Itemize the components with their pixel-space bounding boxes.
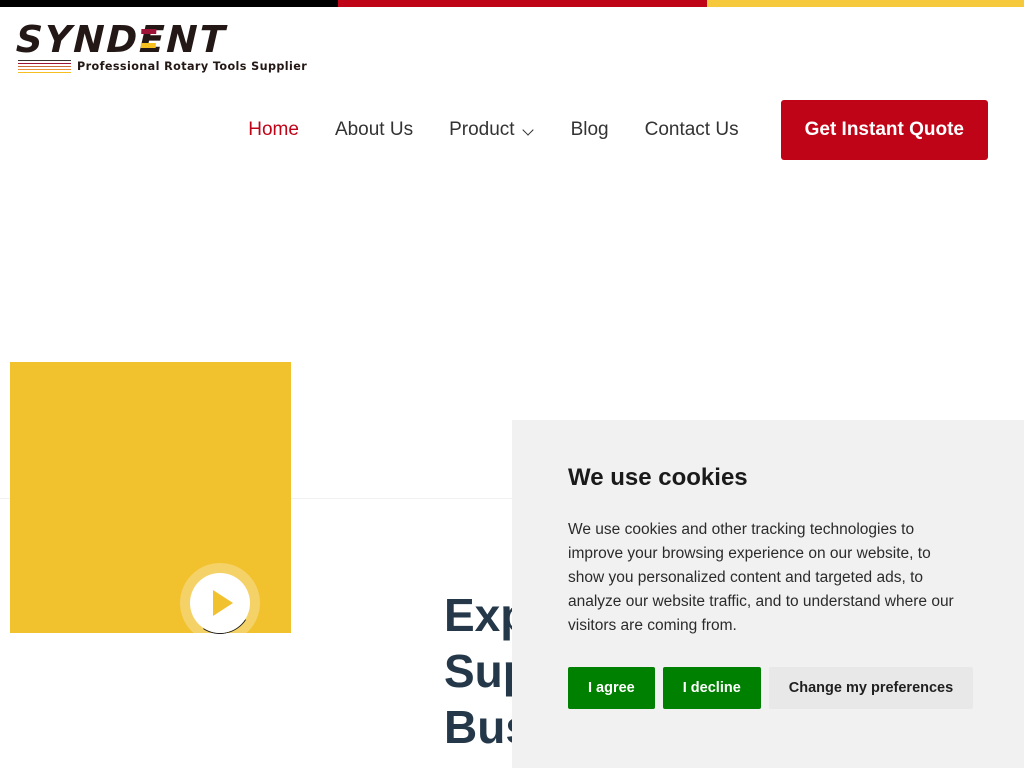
nav-item-product-label: Product: [449, 119, 515, 140]
nav-item-blog[interactable]: Blog: [553, 99, 627, 161]
play-button-circle[interactable]: [190, 573, 250, 633]
top-strip-segment-black: [0, 0, 338, 7]
nav-item-contact-us[interactable]: Contact Us: [627, 99, 757, 161]
video-play-button[interactable]: [180, 563, 260, 643]
play-triangle-icon: [213, 590, 233, 616]
top-strip-segment-red: [338, 0, 707, 7]
logo-tagline: Professional Rotary Tools Supplier: [77, 60, 308, 73]
logo-accent-red-bar: [141, 29, 157, 34]
logo-letter-e: E: [138, 18, 168, 61]
nav-item-product[interactable]: Product: [431, 119, 552, 141]
logo-stripes-icon: [18, 59, 71, 74]
logo-accent-yellow-bar: [140, 43, 157, 48]
main-navigation: Home About Us Product Blog Contact Us Ge…: [0, 99, 1024, 161]
logo-tagline-row: Professional Rotary Tools Supplier: [18, 59, 308, 74]
logo-word-part2: NT: [165, 18, 228, 61]
cookie-preferences-button[interactable]: Change my preferences: [768, 667, 974, 709]
top-color-strip: [0, 0, 1024, 7]
cookie-banner-body: We use cookies and other tracking techno…: [568, 521, 954, 634]
logo-word-part1: SYND: [15, 18, 140, 61]
site-header: SYNDE NT Professional Rotary Tools Suppli…: [0, 7, 1024, 160]
cookie-agree-button[interactable]: I agree: [568, 667, 655, 709]
chevron-down-icon: [524, 125, 535, 136]
logo-wordmark: SYNDE NT: [15, 18, 228, 61]
cookie-banner-title: We use cookies: [568, 464, 748, 491]
site-logo[interactable]: SYNDE NT Professional Rotary Tools Suppli…: [15, 18, 307, 75]
cookie-decline-button[interactable]: I decline: [662, 667, 761, 709]
nav-items-container: Home About Us Product Blog Contact Us Ge…: [230, 99, 988, 161]
logo-letter-e-glyph: E: [138, 18, 168, 61]
top-strip-segment-yellow: [707, 0, 1024, 7]
nav-item-home[interactable]: Home: [230, 99, 317, 161]
cookie-banner-actions: I agree I decline Change my preferences: [568, 667, 976, 709]
cookie-consent-banner: We use cookies We use cookies and other …: [512, 420, 1024, 768]
get-instant-quote-button[interactable]: Get Instant Quote: [780, 100, 988, 160]
nav-item-about-us[interactable]: About Us: [317, 99, 431, 161]
